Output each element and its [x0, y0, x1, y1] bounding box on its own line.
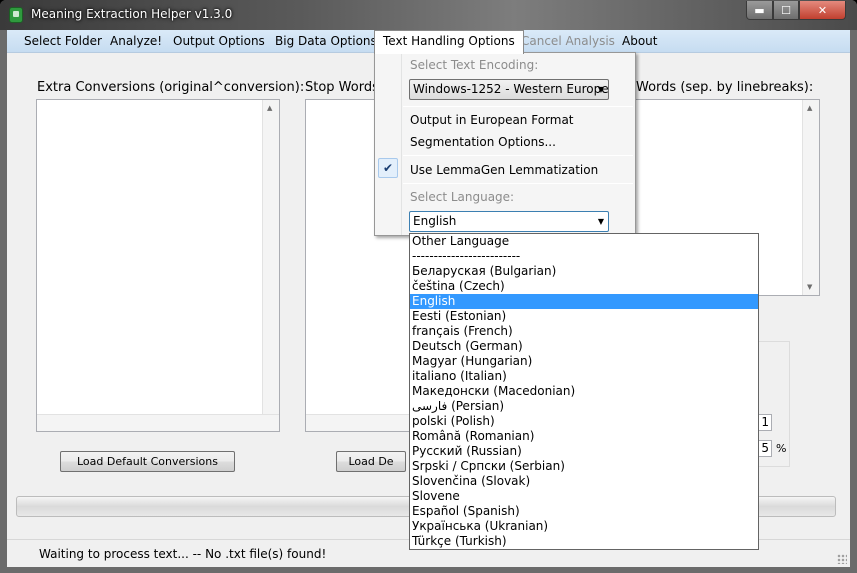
menu-segmentation-options[interactable]: Segmentation Options...	[410, 135, 556, 149]
language-label: Select Language:	[410, 190, 515, 204]
title-bar[interactable]: Meaning Extraction Helper v1.3.0 ▬ ☐ ✕	[0, 0, 857, 30]
language-option[interactable]: Українська (Ukranian)	[410, 519, 758, 534]
conversions-textbox[interactable]: ▲ ▼	[36, 99, 280, 432]
maximize-button[interactable]: ☐	[773, 1, 799, 20]
checkmark-icon: ✔	[378, 158, 398, 178]
language-option[interactable]: čeština (Czech)	[410, 279, 758, 294]
language-option[interactable]: Srpski / Српски (Serbian)	[410, 459, 758, 474]
encoding-value: Windows-1252 - Western Europea	[413, 82, 609, 96]
language-option[interactable]: Türkçe (Turkish)	[410, 534, 758, 549]
language-value: English	[413, 214, 457, 228]
menu-select-folder[interactable]: Select Folder	[16, 30, 110, 53]
percent-input[interactable]: 5	[758, 440, 772, 457]
resize-grip-icon[interactable]	[837, 554, 847, 564]
close-button[interactable]: ✕	[799, 1, 846, 20]
language-option[interactable]: polski (Polish)	[410, 414, 758, 429]
conversions-label: Extra Conversions (original^conversion):	[37, 80, 305, 95]
load-default-conversions-button[interactable]: Load Default Conversions	[60, 451, 235, 472]
encoding-label: Select Text Encoding:	[410, 58, 539, 72]
menu-separator	[403, 183, 633, 184]
app-window: Meaning Extraction Helper v1.3.0 ▬ ☐ ✕ S…	[0, 0, 857, 573]
stopwords-label: Stop Words	[305, 80, 379, 95]
language-option[interactable]: -------------------------	[410, 249, 758, 264]
scroll-down-icon[interactable]: ▼	[807, 283, 812, 291]
language-option[interactable]: Slovenčina (Slovak)	[410, 474, 758, 489]
dictionary-words-label: Words (sep. by linebreaks):	[636, 80, 814, 95]
menu-separator	[403, 106, 633, 107]
menu-about[interactable]: About	[614, 30, 665, 53]
language-option[interactable]: Македонски (Macedonian)	[410, 384, 758, 399]
language-option[interactable]: français (French)	[410, 324, 758, 339]
language-option[interactable]: Other Language	[410, 234, 758, 249]
vertical-scrollbar[interactable]: ▲ ▼	[802, 100, 819, 295]
language-option[interactable]: Română (Romanian)	[410, 429, 758, 444]
vertical-scrollbar[interactable]: ▲ ▼	[262, 100, 279, 431]
menu-lemmagen-lemmatization[interactable]: Use LemmaGen Lemmatization	[410, 163, 598, 177]
numeric-input[interactable]: 1	[758, 414, 772, 431]
language-option[interactable]: italiano (Italian)	[410, 369, 758, 384]
window-title: Meaning Extraction Helper v1.3.0	[31, 7, 233, 21]
language-option[interactable]: Español (Spanish)	[410, 504, 758, 519]
language-option[interactable]: Slovene	[410, 489, 758, 504]
scroll-up-icon[interactable]: ▲	[807, 104, 812, 112]
chevron-down-icon: ▼	[597, 85, 604, 94]
menu-cancel-analysis: Cancel Analysis	[521, 34, 615, 48]
app-icon	[9, 7, 23, 23]
horizontal-scrollbar[interactable]	[37, 414, 279, 431]
language-option[interactable]: Deutsch (German)	[410, 339, 758, 354]
client-area: Select Folder Analyze! Output Options Bi…	[7, 30, 850, 567]
menu-european-format[interactable]: Output in European Format	[410, 113, 574, 127]
scroll-up-icon[interactable]: ▲	[267, 104, 272, 112]
load-default-stopwords-button[interactable]: Load De	[336, 451, 406, 472]
menu-text-handling-options[interactable]: Text Handling Options	[374, 30, 524, 54]
language-select[interactable]: English ▼	[409, 211, 609, 232]
language-option[interactable]: فارسی (Persian)	[410, 399, 758, 414]
menu-bar: Select Folder Analyze! Output Options Bi…	[7, 30, 850, 54]
language-option[interactable]: Русский (Russian)	[410, 444, 758, 459]
language-option[interactable]: English	[410, 294, 758, 309]
menu-separator	[403, 155, 633, 156]
minimize-button[interactable]: ▬	[746, 1, 773, 20]
text-handling-menu: Select Text Encoding: Windows-1252 - Wes…	[374, 52, 636, 236]
menu-output-options[interactable]: Output Options	[165, 30, 273, 53]
menu-analyze[interactable]: Analyze!	[102, 30, 170, 53]
chevron-down-icon: ▼	[597, 217, 604, 226]
encoding-select[interactable]: Windows-1252 - Western Europea ▼	[409, 79, 609, 100]
status-text: Waiting to process text... -- No .txt fi…	[39, 547, 327, 561]
percent-label: %	[776, 442, 787, 455]
language-option[interactable]: Eesti (Estonian)	[410, 309, 758, 324]
language-dropdown-list[interactable]: Other Language ------------------------- Б…	[409, 233, 759, 550]
language-option[interactable]: Беларуская (Bulgarian)	[410, 264, 758, 279]
menu-big-data-options[interactable]: Big Data Options	[267, 30, 385, 53]
language-option[interactable]: Magyar (Hungarian)	[410, 354, 758, 369]
